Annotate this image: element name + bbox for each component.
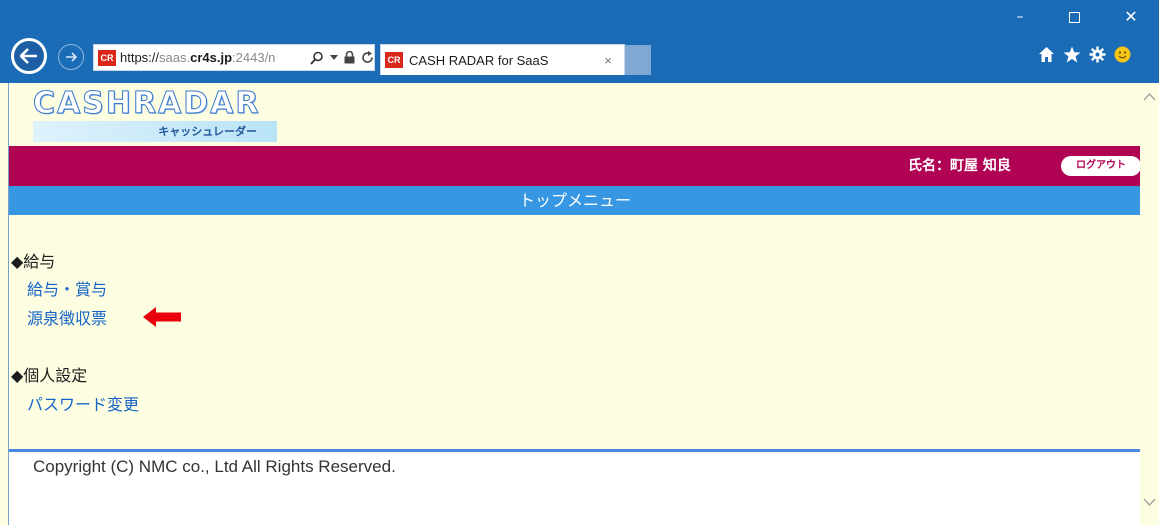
back-arrow-icon <box>20 48 37 64</box>
forward-arrow-icon <box>66 52 77 62</box>
logo-subtitle: キャッシュレーダー <box>33 121 277 142</box>
scroll-down-icon[interactable] <box>1143 498 1156 506</box>
refresh-icon[interactable] <box>361 51 374 64</box>
link-change-password[interactable]: パスワード変更 <box>27 394 139 416</box>
section-heading-personal-settings: ◆個人設定 <box>11 366 88 385</box>
favorites-star-icon[interactable] <box>1063 46 1081 63</box>
dropdown-icon[interactable] <box>330 54 338 61</box>
forward-button[interactable] <box>58 44 84 70</box>
page-title: トップメニュー <box>9 186 1141 215</box>
footer: Copyright (C) NMC co., Ltd All Rights Re… <box>9 452 1141 525</box>
copyright-text: Copyright (C) NMC co., Ltd All Rights Re… <box>33 457 396 476</box>
settings-gear-icon[interactable] <box>1089 46 1106 63</box>
logo-text: CASHRADAR <box>33 86 261 121</box>
browser-tab-active[interactable]: CR CASH RADAR for SaaS × <box>380 44 625 75</box>
logout-button[interactable]: ログアウト <box>1061 156 1141 176</box>
tab-close-button[interactable]: × <box>598 53 618 68</box>
smiley-feedback-icon[interactable] <box>1114 46 1131 63</box>
new-tab-button[interactable] <box>625 45 651 75</box>
tab-title: CASH RADAR for SaaS <box>409 52 549 68</box>
back-button[interactable] <box>11 38 47 74</box>
red-arrow-icon <box>143 307 181 327</box>
address-bar[interactable]: CR https://saas.cr4s.jp:2443/n <box>93 44 375 71</box>
tab-favicon: CR <box>385 52 403 68</box>
window-maximize-button[interactable] <box>1054 8 1094 26</box>
page-viewport: CASHRADAR キャッシュレーダー 氏名：町屋 知良 ログアウト トップメニ… <box>8 83 1141 525</box>
scroll-up-icon[interactable] <box>1143 93 1156 101</box>
vertical-scrollbar[interactable] <box>1140 83 1159 525</box>
user-name-label: 氏名：町屋 知良 <box>908 158 1011 174</box>
home-icon[interactable] <box>1038 46 1055 63</box>
window-close-button[interactable]: ✕ <box>1111 8 1151 26</box>
section-heading-salary: ◆給与 <box>11 252 56 271</box>
lock-icon[interactable] <box>344 51 355 64</box>
link-salary-bonus[interactable]: 給与・賞与 <box>27 279 107 301</box>
cashradar-logo: CASHRADAR キャッシュレーダー <box>33 86 277 142</box>
site-favicon: CR <box>98 49 116 66</box>
url-text[interactable]: https://saas.cr4s.jp:2443/n <box>120 50 306 65</box>
window-minimize-button[interactable]: – <box>1000 8 1040 26</box>
browser-titlebar: – ✕ CR https://saas.cr4s.jp:2443/n CR CA… <box>0 0 1159 83</box>
user-bar: 氏名：町屋 知良 ログアウト <box>9 146 1141 186</box>
search-icon[interactable] <box>310 51 324 65</box>
maximize-icon <box>1068 11 1080 23</box>
link-withholding-slip[interactable]: 源泉徴収票 <box>27 308 107 330</box>
